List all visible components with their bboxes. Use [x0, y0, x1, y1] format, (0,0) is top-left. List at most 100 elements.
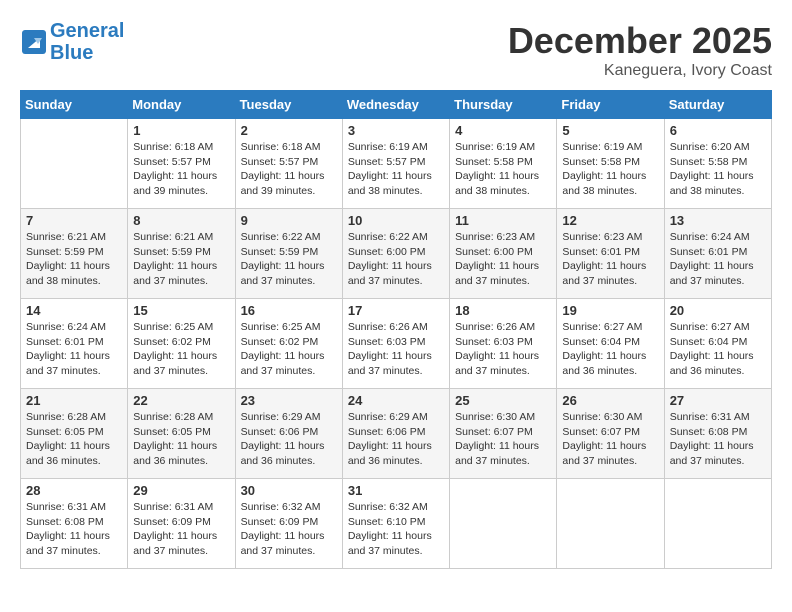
calendar-cell [450, 479, 557, 569]
day-number: 2 [241, 123, 337, 138]
logo: General Blue [20, 20, 124, 64]
title-block: December 2025 Kaneguera, Ivory Coast [508, 20, 772, 80]
weekday-header-tuesday: Tuesday [235, 91, 342, 119]
calendar-cell: 1 Sunrise: 6:18 AMSunset: 5:57 PMDaylight… [128, 119, 235, 209]
cell-info: Sunrise: 6:28 AMSunset: 6:05 PMDaylight:… [133, 410, 229, 469]
weekday-header-saturday: Saturday [664, 91, 771, 119]
weekday-header-row: SundayMondayTuesdayWednesdayThursdayFrid… [21, 91, 772, 119]
cell-info: Sunrise: 6:28 AMSunset: 6:05 PMDaylight:… [26, 410, 122, 469]
day-number: 28 [26, 483, 122, 498]
cell-info: Sunrise: 6:27 AMSunset: 6:04 PMDaylight:… [670, 320, 766, 379]
day-number: 29 [133, 483, 229, 498]
cell-info: Sunrise: 6:18 AMSunset: 5:57 PMDaylight:… [241, 140, 337, 199]
calendar-cell: 18 Sunrise: 6:26 AMSunset: 6:03 PMDayligh… [450, 299, 557, 389]
month-title: December 2025 [508, 20, 772, 62]
calendar-cell: 22 Sunrise: 6:28 AMSunset: 6:05 PMDayligh… [128, 389, 235, 479]
day-number: 25 [455, 393, 551, 408]
weekday-header-friday: Friday [557, 91, 664, 119]
cell-info: Sunrise: 6:31 AMSunset: 6:09 PMDaylight:… [133, 500, 229, 559]
day-number: 19 [562, 303, 658, 318]
day-number: 24 [348, 393, 444, 408]
calendar-cell: 25 Sunrise: 6:30 AMSunset: 6:07 PMDayligh… [450, 389, 557, 479]
calendar-cell [557, 479, 664, 569]
day-number: 1 [133, 123, 229, 138]
cell-info: Sunrise: 6:30 AMSunset: 6:07 PMDaylight:… [562, 410, 658, 469]
calendar-cell: 26 Sunrise: 6:30 AMSunset: 6:07 PMDayligh… [557, 389, 664, 479]
day-number: 13 [670, 213, 766, 228]
cell-info: Sunrise: 6:19 AMSunset: 5:58 PMDaylight:… [562, 140, 658, 199]
cell-info: Sunrise: 6:32 AMSunset: 6:09 PMDaylight:… [241, 500, 337, 559]
calendar-cell: 9 Sunrise: 6:22 AMSunset: 5:59 PMDaylight… [235, 209, 342, 299]
calendar-cell: 6 Sunrise: 6:20 AMSunset: 5:58 PMDaylight… [664, 119, 771, 209]
calendar-week-1: 1 Sunrise: 6:18 AMSunset: 5:57 PMDaylight… [21, 119, 772, 209]
page-header: General Blue December 2025 Kaneguera, Iv… [20, 20, 772, 80]
weekday-header-monday: Monday [128, 91, 235, 119]
logo-line1: General [50, 20, 124, 42]
calendar-cell: 28 Sunrise: 6:31 AMSunset: 6:08 PMDayligh… [21, 479, 128, 569]
day-number: 27 [670, 393, 766, 408]
calendar-cell: 27 Sunrise: 6:31 AMSunset: 6:08 PMDayligh… [664, 389, 771, 479]
cell-info: Sunrise: 6:19 AMSunset: 5:58 PMDaylight:… [455, 140, 551, 199]
calendar-cell: 31Sunrise: 6:32 AMSunset: 6:10 PMDayligh… [342, 479, 449, 569]
day-number: 26 [562, 393, 658, 408]
logo-text: General Blue [50, 20, 124, 64]
cell-info: Sunrise: 6:24 AMSunset: 6:01 PMDaylight:… [670, 230, 766, 289]
cell-info: Sunrise: 6:24 AMSunset: 6:01 PMDaylight:… [26, 320, 122, 379]
day-number: 23 [241, 393, 337, 408]
cell-info: Sunrise: 6:25 AMSunset: 6:02 PMDaylight:… [241, 320, 337, 379]
calendar-cell: 21 Sunrise: 6:28 AMSunset: 6:05 PMDayligh… [21, 389, 128, 479]
calendar-cell: 7 Sunrise: 6:21 AMSunset: 5:59 PMDaylight… [21, 209, 128, 299]
day-number: 18 [455, 303, 551, 318]
day-number: 6 [670, 123, 766, 138]
day-number: 8 [133, 213, 229, 228]
day-number: 22 [133, 393, 229, 408]
calendar-cell: 20Sunrise: 6:27 AMSunset: 6:04 PMDayligh… [664, 299, 771, 389]
cell-info: Sunrise: 6:23 AMSunset: 6:01 PMDaylight:… [562, 230, 658, 289]
cell-info: Sunrise: 6:23 AMSunset: 6:00 PMDaylight:… [455, 230, 551, 289]
day-number: 15 [133, 303, 229, 318]
calendar-cell [664, 479, 771, 569]
cell-info: Sunrise: 6:18 AMSunset: 5:57 PMDaylight:… [133, 140, 229, 199]
cell-info: Sunrise: 6:31 AMSunset: 6:08 PMDaylight:… [26, 500, 122, 559]
calendar-cell: 3Sunrise: 6:19 AMSunset: 5:57 PMDaylight… [342, 119, 449, 209]
day-number: 7 [26, 213, 122, 228]
cell-info: Sunrise: 6:22 AMSunset: 5:59 PMDaylight:… [241, 230, 337, 289]
cell-info: Sunrise: 6:21 AMSunset: 5:59 PMDaylight:… [26, 230, 122, 289]
calendar-week-5: 28 Sunrise: 6:31 AMSunset: 6:08 PMDayligh… [21, 479, 772, 569]
day-number: 30 [241, 483, 337, 498]
day-number: 14 [26, 303, 122, 318]
day-number: 17 [348, 303, 444, 318]
cell-info: Sunrise: 6:30 AMSunset: 6:07 PMDaylight:… [455, 410, 551, 469]
day-number: 4 [455, 123, 551, 138]
day-number: 11 [455, 213, 551, 228]
calendar-cell: 11 Sunrise: 6:23 AMSunset: 6:00 PMDayligh… [450, 209, 557, 299]
cell-info: Sunrise: 6:26 AMSunset: 6:03 PMDaylight:… [348, 320, 444, 379]
cell-info: Sunrise: 6:31 AMSunset: 6:08 PMDaylight:… [670, 410, 766, 469]
calendar-cell: 5Sunrise: 6:19 AMSunset: 5:58 PMDaylight… [557, 119, 664, 209]
logo-icon [20, 28, 48, 56]
cell-info: Sunrise: 6:21 AMSunset: 5:59 PMDaylight:… [133, 230, 229, 289]
cell-info: Sunrise: 6:26 AMSunset: 6:03 PMDaylight:… [455, 320, 551, 379]
cell-info: Sunrise: 6:29 AMSunset: 6:06 PMDaylight:… [241, 410, 337, 469]
day-number: 9 [241, 213, 337, 228]
calendar-table: SundayMondayTuesdayWednesdayThursdayFrid… [20, 90, 772, 569]
calendar-cell: 23 Sunrise: 6:29 AMSunset: 6:06 PMDayligh… [235, 389, 342, 479]
weekday-header-thursday: Thursday [450, 91, 557, 119]
calendar-week-4: 21 Sunrise: 6:28 AMSunset: 6:05 PMDayligh… [21, 389, 772, 479]
calendar-week-2: 7 Sunrise: 6:21 AMSunset: 5:59 PMDaylight… [21, 209, 772, 299]
calendar-cell: 14 Sunrise: 6:24 AMSunset: 6:01 PMDayligh… [21, 299, 128, 389]
calendar-cell: 17 Sunrise: 6:26 AMSunset: 6:03 PMDayligh… [342, 299, 449, 389]
day-number: 21 [26, 393, 122, 408]
calendar-cell: 4 Sunrise: 6:19 AMSunset: 5:58 PMDaylight… [450, 119, 557, 209]
calendar-week-3: 14 Sunrise: 6:24 AMSunset: 6:01 PMDayligh… [21, 299, 772, 389]
calendar-cell: 8 Sunrise: 6:21 AMSunset: 5:59 PMDaylight… [128, 209, 235, 299]
location: Kaneguera, Ivory Coast [508, 62, 772, 80]
cell-info: Sunrise: 6:20 AMSunset: 5:58 PMDaylight:… [670, 140, 766, 199]
calendar-cell: 30 Sunrise: 6:32 AMSunset: 6:09 PMDayligh… [235, 479, 342, 569]
calendar-cell: 15Sunrise: 6:25 AMSunset: 6:02 PMDayligh… [128, 299, 235, 389]
cell-info: Sunrise: 6:19 AMSunset: 5:57 PMDaylight:… [348, 140, 444, 199]
weekday-header-wednesday: Wednesday [342, 91, 449, 119]
day-number: 10 [348, 213, 444, 228]
calendar-cell: 2 Sunrise: 6:18 AMSunset: 5:57 PMDaylight… [235, 119, 342, 209]
day-number: 31 [348, 483, 444, 498]
